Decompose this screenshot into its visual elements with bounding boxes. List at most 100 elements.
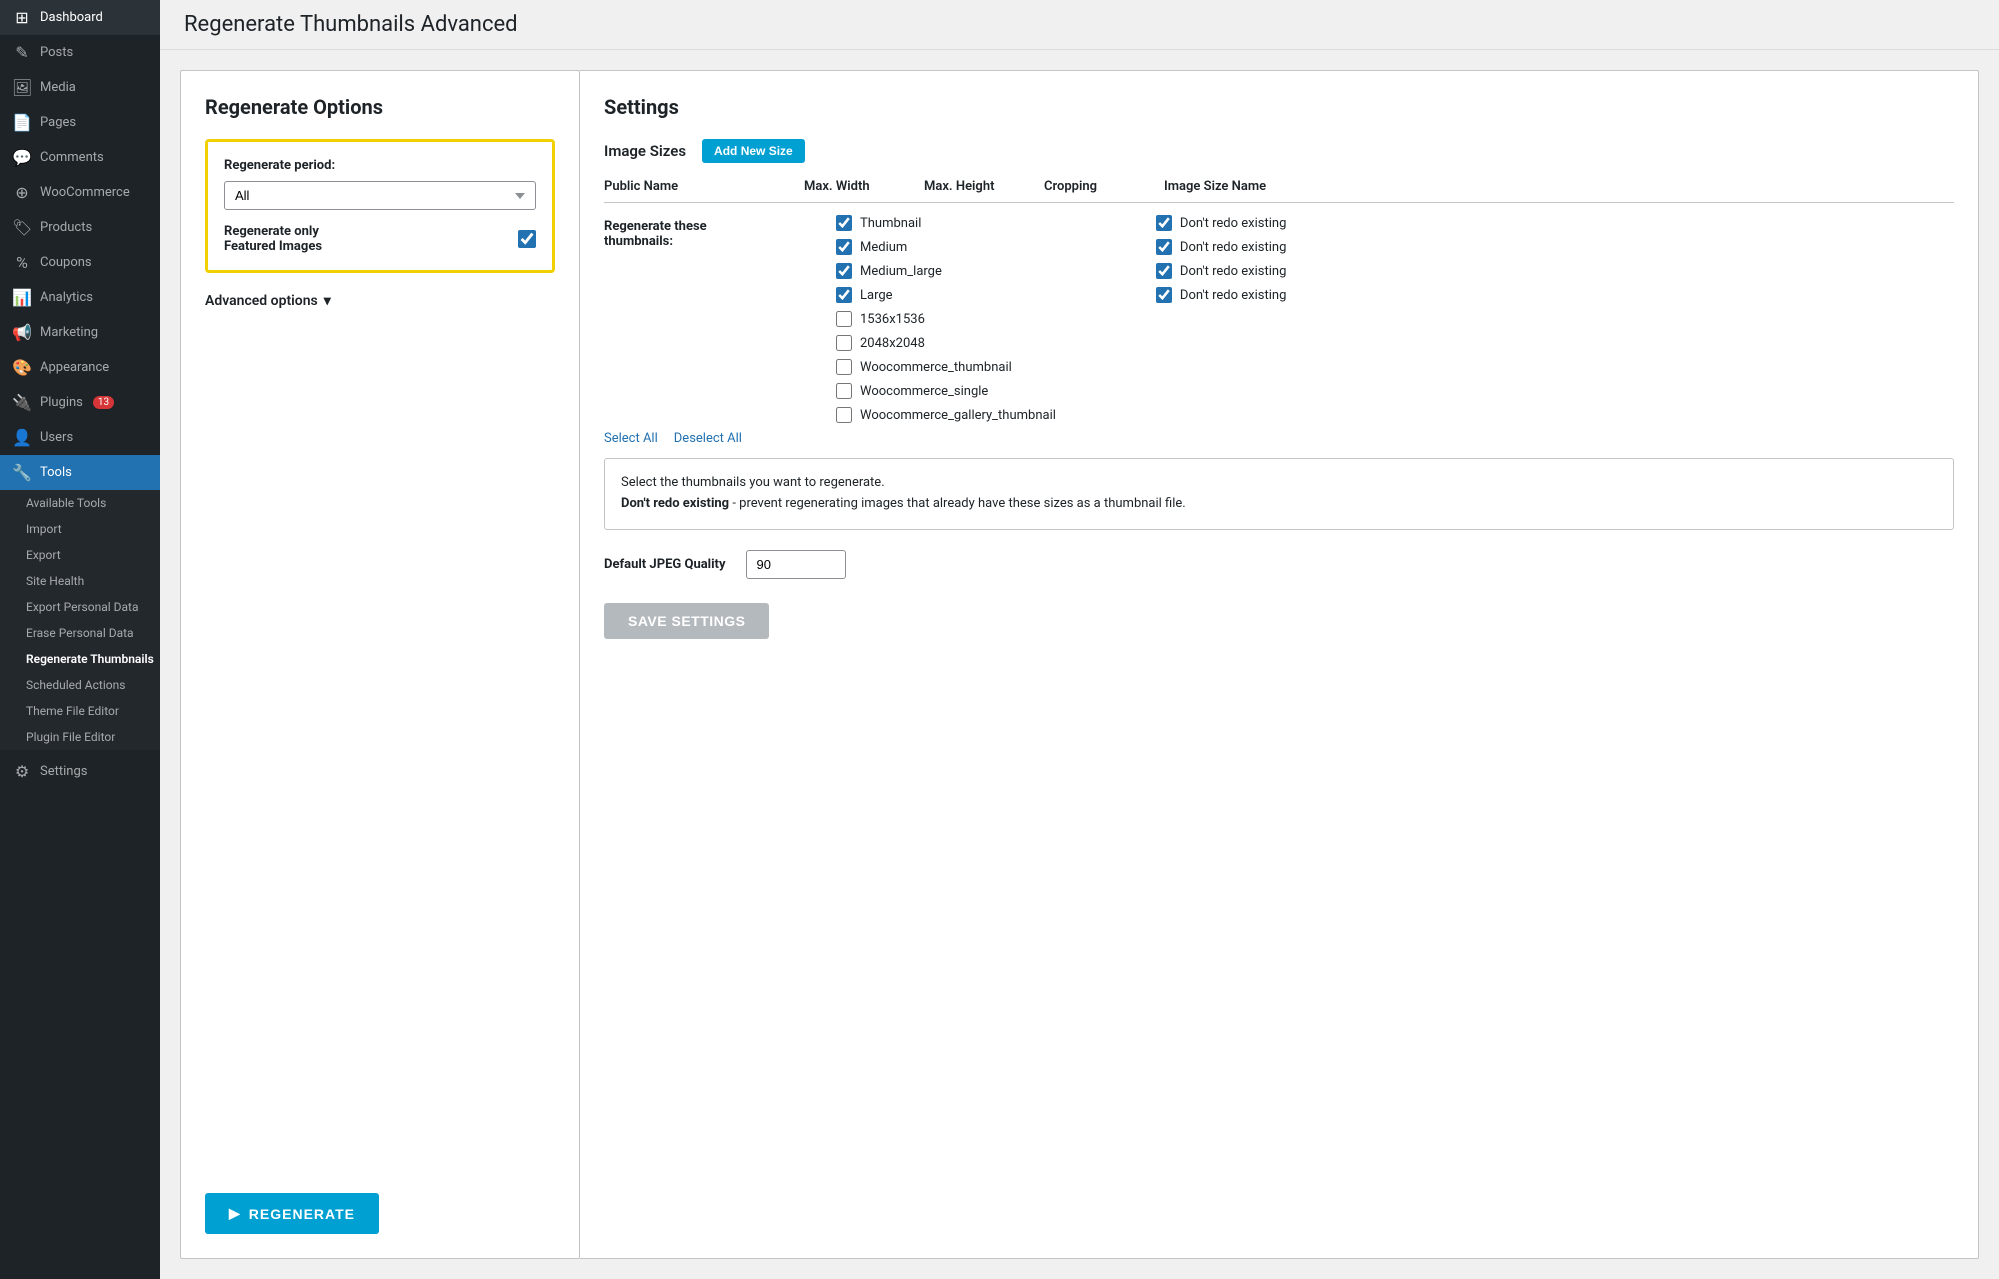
left-panel-title: Regenerate Options — [205, 95, 555, 119]
thumbnails-area: Regenerate thesethumbnails: Thumbnail Me… — [604, 215, 1954, 423]
plugins-icon: 🔌 — [12, 393, 32, 412]
thumb-label-woo-thumbnail: Woocommerce_thumbnail — [860, 360, 1012, 375]
featured-images-checkbox[interactable] — [518, 230, 536, 248]
thumb-checkbox-medium-large[interactable] — [836, 263, 852, 279]
thumb-checkbox-woo-single[interactable] — [836, 383, 852, 399]
sidebar-sub-site-health[interactable]: Site Health — [16, 568, 160, 594]
regen-these-label: Regenerate thesethumbnails: — [604, 215, 804, 423]
thumb-item-woo-thumbnail: Woocommerce_thumbnail — [836, 359, 1056, 375]
thumb-label-woo-single: Woocommerce_single — [860, 384, 988, 399]
featured-images-label: Regenerate only Featured Images — [224, 224, 322, 254]
dont-redo-label-thumbnail: Don't redo existing — [1180, 216, 1286, 231]
dont-redo-thumbnail: Don't redo existing — [1156, 215, 1286, 231]
sub-item-label: Erase Personal Data — [26, 626, 134, 640]
jpeg-quality-input[interactable]: 90 — [746, 550, 846, 579]
sidebar-sub-export[interactable]: Export — [16, 542, 160, 568]
page-title: Regenerate Thumbnails Advanced — [184, 12, 1975, 37]
checked-thumbnails-col: Thumbnail Medium Medium_large Large — [836, 215, 1056, 423]
marketing-icon: 📢 — [12, 323, 32, 342]
sidebar-sub-erase-personal[interactable]: Erase Personal Data — [16, 620, 160, 646]
sidebar-sub-regenerate-thumbnails[interactable]: Regenerate Thumbnails — [16, 646, 160, 672]
sidebar: ⊞ Dashboard ✎ Posts 🖼 Media 📄 Pages 💬 Co… — [0, 0, 160, 1279]
sidebar-item-products[interactable]: 🏷 Products — [0, 210, 160, 245]
thumb-checkbox-large[interactable] — [836, 287, 852, 303]
pages-icon: 📄 — [12, 113, 32, 132]
info-text-1: Select the thumbnails you want to regene… — [621, 475, 885, 490]
sidebar-item-plugins[interactable]: 🔌 Plugins 13 — [0, 385, 160, 420]
dont-redo-col: Don't redo existing Don't redo existing … — [1156, 215, 1286, 423]
comments-icon: 💬 — [12, 148, 32, 167]
save-settings-button[interactable]: SAVE SETTINGS — [604, 603, 769, 639]
dont-redo-label-large: Don't redo existing — [1180, 288, 1286, 303]
play-icon: ▶ — [229, 1205, 241, 1222]
regenerate-options-panel: Regenerate Options Regenerate period: Al… — [180, 70, 580, 1259]
regenerate-button[interactable]: ▶ REGENERATE — [205, 1193, 379, 1234]
col-max-width: Max. Width — [804, 179, 924, 194]
main-content: Regenerate Thumbnails Advanced Regenerat… — [160, 0, 1999, 1279]
sidebar-item-coupons[interactable]: % Coupons — [0, 245, 160, 280]
table-header: Public Name Max. Width Max. Height Cropp… — [604, 179, 1954, 203]
sidebar-sub-tools: Available Tools Import Export Site Healt… — [0, 490, 160, 750]
sidebar-item-label: Dashboard — [40, 10, 103, 25]
sidebar-item-tools[interactable]: 🔧 Tools — [0, 455, 160, 490]
sidebar-item-appearance[interactable]: 🎨 Appearance — [0, 350, 160, 385]
thumb-checkbox-woo-thumbnail[interactable] — [836, 359, 852, 375]
sidebar-item-analytics[interactable]: 📊 Analytics — [0, 280, 160, 315]
dont-redo-checkbox-medium-large[interactable] — [1156, 263, 1172, 279]
sidebar-item-settings[interactable]: ⚙ Settings — [0, 754, 160, 789]
jpeg-quality-row: Default JPEG Quality 90 — [604, 550, 1954, 579]
deselect-all-link[interactable]: Deselect All — [674, 431, 742, 446]
featured-images-row: Regenerate only Featured Images — [224, 224, 536, 254]
settings-icon: ⚙ — [12, 762, 32, 781]
users-icon: 👤 — [12, 428, 32, 447]
settings-title: Settings — [604, 95, 1954, 119]
analytics-icon: 📊 — [12, 288, 32, 307]
dont-redo-label-medium: Don't redo existing — [1180, 240, 1286, 255]
sidebar-sub-plugin-file-editor[interactable]: Plugin File Editor — [16, 724, 160, 750]
sidebar-item-pages[interactable]: 📄 Pages — [0, 105, 160, 140]
sidebar-item-woocommerce[interactable]: ⊕ WooCommerce — [0, 175, 160, 210]
sidebar-item-label: Posts — [40, 45, 73, 60]
image-sizes-header: Image Sizes Add New Size — [604, 139, 1954, 163]
media-icon: 🖼 — [12, 78, 32, 97]
dont-redo-large: Don't redo existing — [1156, 287, 1286, 303]
sidebar-item-users[interactable]: 👤 Users — [0, 420, 160, 455]
thumb-label-2048: 2048x2048 — [860, 336, 925, 351]
sidebar-sub-theme-file-editor[interactable]: Theme File Editor — [16, 698, 160, 724]
thumb-item-2048: 2048x2048 — [836, 335, 1056, 351]
thumb-item-woo-single: Woocommerce_single — [836, 383, 1056, 399]
sidebar-item-comments[interactable]: 💬 Comments — [0, 140, 160, 175]
sidebar-item-label: Comments — [40, 150, 104, 165]
thumb-label-thumbnail: Thumbnail — [860, 216, 921, 231]
sidebar-item-posts[interactable]: ✎ Posts — [0, 35, 160, 70]
sidebar-sub-export-personal[interactable]: Export Personal Data — [16, 594, 160, 620]
period-select[interactable]: All Last 7 days Last 30 days Last 90 day… — [224, 181, 536, 210]
thumb-checkbox-2048[interactable] — [836, 335, 852, 351]
sidebar-sub-available-tools[interactable]: Available Tools — [16, 490, 160, 516]
thumb-label-woo-gallery: Woocommerce_gallery_thumbnail — [860, 408, 1056, 423]
add-new-size-button[interactable]: Add New Size — [702, 139, 805, 163]
sub-item-label: Import — [26, 522, 62, 536]
sidebar-sub-scheduled-actions[interactable]: Scheduled Actions — [16, 672, 160, 698]
dont-redo-checkbox-thumbnail[interactable] — [1156, 215, 1172, 231]
woocommerce-icon: ⊕ — [12, 183, 32, 202]
sub-item-label: Scheduled Actions — [26, 678, 125, 692]
dont-redo-checkbox-medium[interactable] — [1156, 239, 1172, 255]
sidebar-item-marketing[interactable]: 📢 Marketing — [0, 315, 160, 350]
posts-icon: ✎ — [12, 43, 32, 62]
sidebar-item-media[interactable]: 🖼 Media — [0, 70, 160, 105]
info-box: Select the thumbnails you want to regene… — [604, 458, 1954, 530]
sidebar-sub-import[interactable]: Import — [16, 516, 160, 542]
advanced-options-toggle[interactable]: Advanced options ▾ — [205, 293, 555, 309]
thumb-label-large: Large — [860, 288, 893, 303]
select-all-link[interactable]: Select All — [604, 431, 658, 446]
chevron-down-icon: ▾ — [324, 293, 331, 309]
thumb-checkbox-medium[interactable] — [836, 239, 852, 255]
dont-redo-checkbox-large[interactable] — [1156, 287, 1172, 303]
thumb-item-medium-large: Medium_large — [836, 263, 1056, 279]
dont-redo-medium-large: Don't redo existing — [1156, 263, 1286, 279]
sidebar-item-dashboard[interactable]: ⊞ Dashboard — [0, 0, 160, 35]
thumb-checkbox-1536[interactable] — [836, 311, 852, 327]
thumb-checkbox-thumbnail[interactable] — [836, 215, 852, 231]
thumb-checkbox-woo-gallery[interactable] — [836, 407, 852, 423]
